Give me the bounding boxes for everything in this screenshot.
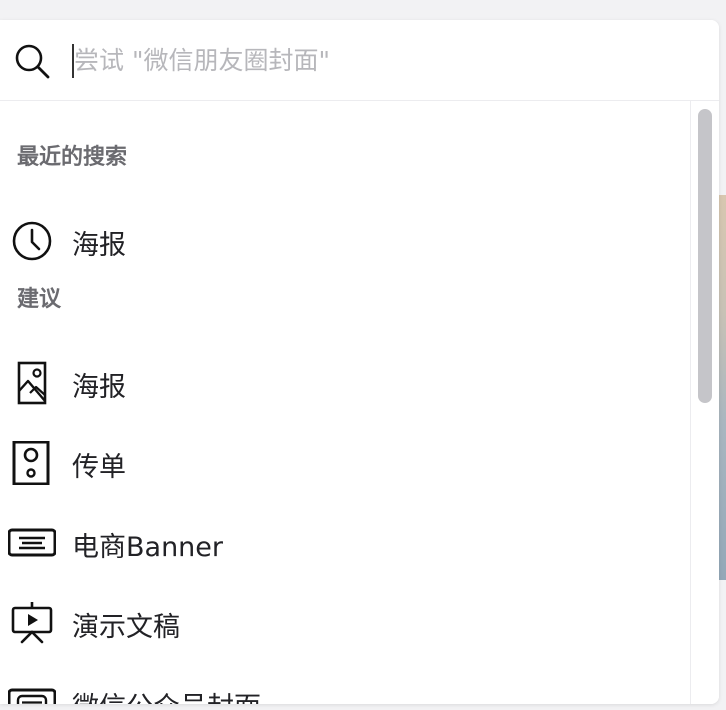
search-bar bbox=[0, 20, 719, 101]
suggestion-item-label: 海报 bbox=[72, 372, 126, 403]
recent-searches-heading: 最近的搜索 bbox=[17, 145, 128, 170]
recent-item-label: 海报 bbox=[72, 230, 126, 261]
suggestion-item-label: 微信公众号封面 bbox=[72, 685, 261, 704]
suggestion-item-flyer[interactable]: 传单 bbox=[0, 431, 690, 495]
scrollbar-track[interactable] bbox=[690, 101, 719, 704]
recent-item-poster[interactable]: 海报 bbox=[0, 209, 690, 273]
text-cursor bbox=[72, 44, 74, 78]
suggestions-heading: 建议 bbox=[17, 287, 62, 312]
presentation-icon bbox=[11, 602, 53, 644]
banner-icon bbox=[8, 528, 56, 557]
poster-image-icon bbox=[17, 361, 47, 405]
suggestion-item-poster[interactable]: 海报 bbox=[0, 351, 690, 415]
suggestion-item-banner[interactable]: 电商Banner bbox=[0, 511, 690, 575]
search-results-list: 最近的搜索 海报 建议 海报 传单 电商Banner 演示文稿 bbox=[0, 101, 690, 704]
suggestion-item-label: 传单 bbox=[72, 452, 126, 483]
suggestion-item-label: 演示文稿 bbox=[72, 612, 180, 643]
search-input[interactable] bbox=[70, 38, 674, 82]
search-dropdown-panel: 最近的搜索 海报 建议 海报 传单 bbox=[0, 20, 719, 704]
suggestion-item-wechat-cover[interactable]: 微信公众号封面 bbox=[0, 671, 690, 704]
scrollbar-thumb[interactable] bbox=[698, 109, 712, 403]
suggestion-item-label: 电商Banner bbox=[72, 532, 224, 563]
background-image-edge bbox=[718, 195, 726, 580]
clock-icon bbox=[12, 221, 52, 261]
suggestion-item-presentation[interactable]: 演示文稿 bbox=[0, 591, 690, 655]
search-icon[interactable] bbox=[12, 41, 52, 81]
speaker-flyer-icon bbox=[12, 441, 50, 485]
wechat-cover-icon bbox=[8, 688, 56, 704]
